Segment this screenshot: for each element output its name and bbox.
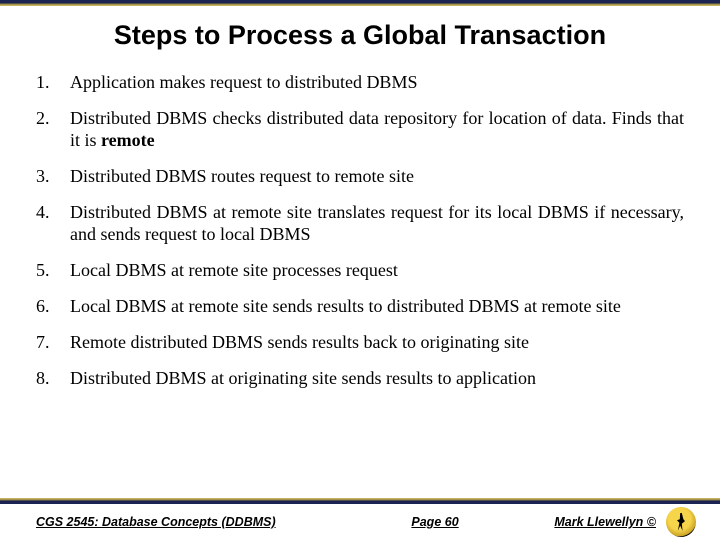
step-number: 5.: [36, 260, 70, 282]
step-number: 3.: [36, 166, 70, 188]
step-number: 7.: [36, 332, 70, 354]
step-text: Distributed DBMS at originating site sen…: [70, 368, 684, 390]
step-text: Remote distributed DBMS sends results ba…: [70, 332, 684, 354]
slide-footer: CGS 2545: Database Concepts (DDBMS) Page…: [0, 504, 720, 540]
footer-right-group: Mark Llewellyn ©: [554, 507, 696, 537]
step-text: Distributed DBMS checks distributed data…: [70, 108, 684, 152]
footer-course: CGS 2545: Database Concepts (DDBMS): [36, 515, 276, 529]
step-text: Local DBMS at remote site sends results …: [70, 296, 684, 318]
step-number: 1.: [36, 72, 70, 94]
slide-title: Steps to Process a Global Transaction: [0, 0, 720, 65]
list-item: 1. Application makes request to distribu…: [36, 65, 684, 101]
list-item: 2. Distributed DBMS checks distributed d…: [36, 101, 684, 159]
ucf-logo-icon: [666, 507, 696, 537]
footer-page: Page 60: [411, 515, 458, 529]
list-item: 6. Local DBMS at remote site sends resul…: [36, 289, 684, 325]
step-text: Application makes request to distributed…: [70, 72, 684, 94]
list-item: 8. Distributed DBMS at originating site …: [36, 361, 684, 397]
list-item: 4. Distributed DBMS at remote site trans…: [36, 195, 684, 253]
step-number: 6.: [36, 296, 70, 318]
top-border-band: [0, 0, 720, 6]
steps-list: 1. Application makes request to distribu…: [0, 65, 720, 397]
step-number: 2.: [36, 108, 70, 130]
list-item: 5. Local DBMS at remote site processes r…: [36, 253, 684, 289]
step-text: Distributed DBMS routes request to remot…: [70, 166, 684, 188]
list-item: 3. Distributed DBMS routes request to re…: [36, 159, 684, 195]
step-number: 8.: [36, 368, 70, 390]
step-number: 4.: [36, 202, 70, 224]
list-item: 7. Remote distributed DBMS sends results…: [36, 325, 684, 361]
step-text: Local DBMS at remote site processes requ…: [70, 260, 684, 282]
step-text: Distributed DBMS at remote site translat…: [70, 202, 684, 246]
footer-author: Mark Llewellyn ©: [554, 515, 656, 529]
